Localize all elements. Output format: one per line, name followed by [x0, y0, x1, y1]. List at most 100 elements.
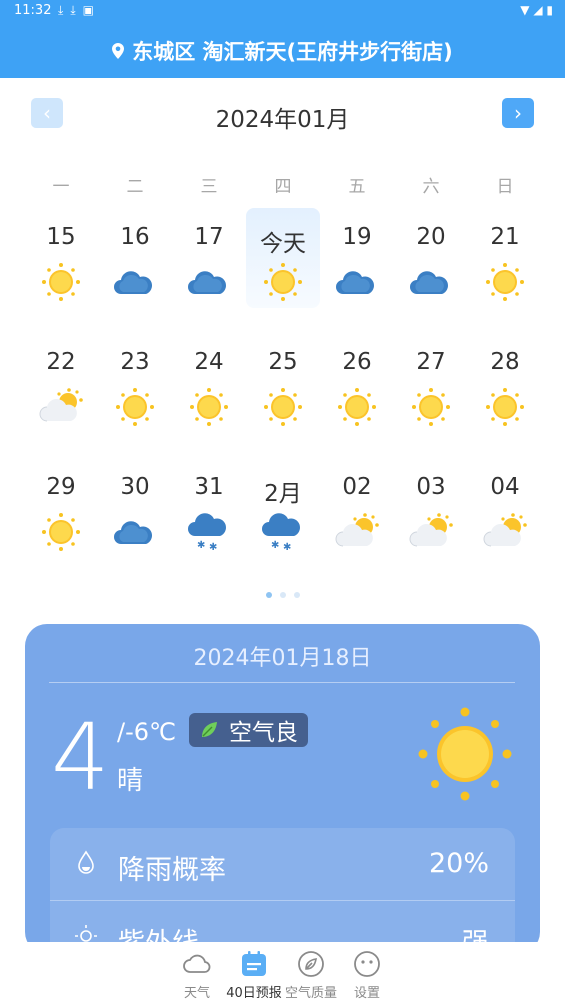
calendar-week-row: 22 23 24 25 26 27 28: [24, 333, 542, 458]
weekday-label: 一: [52, 177, 70, 197]
page-dot[interactable]: [279, 592, 286, 598]
page-dot[interactable]: [293, 592, 300, 598]
tab-label: 空气质量: [284, 986, 337, 1001]
partly-cloudy-icon: [483, 513, 527, 547]
sun-icon: [486, 263, 524, 301]
location-header[interactable]: 东城区 淘汇新天(王府井步行街店): [0, 24, 565, 78]
weekday-label: 四: [274, 177, 292, 197]
sun-icon: [412, 388, 450, 426]
low-temperature: /-6℃: [117, 718, 176, 746]
sun-icon: [338, 388, 376, 426]
download-icon: ⤓: [58, 3, 71, 17]
day-label: 21: [490, 224, 520, 250]
status-bar: 11:32 ⤓⤓▣ ▼ ◢ ▮: [0, 0, 565, 24]
snow-icon: ✱ ✱: [262, 513, 301, 552]
sun-icon: [190, 388, 228, 426]
month-title: 2024年01月: [215, 107, 350, 133]
download-icon: ⤓: [70, 3, 83, 17]
calendar-day[interactable]: 20: [394, 208, 468, 308]
cloud-icon: [114, 271, 153, 294]
page-dot[interactable]: [265, 592, 272, 598]
weather-details: 降雨概率 20% 紫外线 强: [50, 828, 515, 954]
day-label: 22: [46, 349, 76, 375]
calendar-day[interactable]: 17: [172, 208, 246, 308]
day-label: 26: [342, 349, 372, 375]
day-label: 16: [120, 224, 150, 250]
next-month-button[interactable]: ›: [502, 98, 534, 128]
calendar-day[interactable]: 02: [320, 458, 394, 558]
leaf-icon: [298, 951, 324, 977]
calendar-day[interactable]: 23: [98, 333, 172, 433]
calendar-day[interactable]: 31 ✱ ✱: [172, 458, 246, 558]
day-label: 23: [120, 349, 150, 375]
cloud-icon: [183, 954, 211, 973]
calendar-day[interactable]: 2月 ✱ ✱: [246, 458, 320, 558]
calendar-day[interactable]: 03: [394, 458, 468, 558]
calendar-day[interactable]: 27: [394, 333, 468, 433]
location-title: 东城区 淘汇新天(王府井步行街店): [132, 40, 453, 64]
rain-value: 20%: [428, 848, 489, 879]
calendar-day[interactable]: 19: [320, 208, 394, 308]
cloud-icon: [188, 271, 227, 294]
calendar-day[interactable]: 28: [468, 333, 542, 433]
calendar-day[interactable]: 25: [246, 333, 320, 433]
day-label: 15: [46, 224, 76, 250]
partly-cloudy-icon: [409, 513, 453, 547]
tab-label: 设置: [353, 986, 380, 1001]
a-icon: ▣: [82, 3, 101, 17]
tab-settings[interactable]: 设置: [337, 950, 397, 1001]
sun-icon: [486, 388, 524, 426]
leaf-icon: [202, 722, 217, 737]
calendar-icon: [242, 951, 266, 976]
weekday-label: 二: [126, 177, 144, 197]
calendar-day[interactable]: 29: [24, 458, 98, 558]
tab-40-day-forecast[interactable]: 40日预报: [224, 950, 284, 1001]
svg-text:✱: ✱: [209, 542, 217, 552]
day-label: 2月: [264, 481, 302, 507]
partly-cloudy-icon: [39, 388, 83, 422]
location-pin-icon: [112, 43, 125, 59]
cloud-icon: [114, 521, 153, 544]
high-temperature: 4: [51, 704, 110, 811]
day-label: 今天: [260, 231, 306, 257]
sun-icon: [264, 388, 302, 426]
bottom-tab-bar: 天气 40日预报 空气质量 设置: [0, 942, 565, 1004]
weekday-header: 一 二 三 四 五 六 日: [24, 172, 542, 197]
calendar-day[interactable]: 15: [24, 208, 98, 308]
month-navigation: ‹ 2024年01月 ›: [0, 96, 565, 134]
sun-icon: [418, 707, 512, 801]
air-quality-badge[interactable]: 空气良: [189, 713, 308, 747]
sun-icon: [42, 513, 80, 551]
rain-label: 降雨概率: [118, 855, 226, 886]
calendar-day[interactable]: 24: [172, 333, 246, 433]
calendar-day[interactable]: 26: [320, 333, 394, 433]
weekday-label: 日: [496, 177, 514, 197]
calendar-day[interactable]: 30: [98, 458, 172, 558]
day-label: 30: [120, 474, 150, 500]
sun-icon: [116, 388, 154, 426]
day-detail-card: 2024年01月18日 4 /-6℃ 空气良 晴 降雨概率 20% 紫外线 强: [25, 624, 540, 954]
weekday-label: 六: [422, 177, 440, 197]
day-label: 24: [194, 349, 224, 375]
detail-date: 2024年01月18日: [193, 646, 372, 671]
tab-air-quality[interactable]: 空气质量: [281, 950, 341, 1001]
day-label: 02: [342, 474, 372, 500]
page-indicator: [0, 592, 565, 598]
cloud-icon: [410, 271, 449, 294]
system-icons: ▼ ◢ ▮: [520, 3, 553, 17]
wifi-icon: ▼: [520, 3, 530, 17]
day-label: 19: [342, 224, 372, 250]
calendar-day-today[interactable]: 今天: [246, 208, 320, 308]
face-icon: [354, 951, 380, 977]
tab-label: 天气: [183, 986, 210, 1001]
sun-icon: [264, 263, 302, 301]
calendar-day[interactable]: 22: [24, 333, 98, 433]
calendar-day[interactable]: 16: [98, 208, 172, 308]
tab-label: 40日预报: [226, 986, 282, 1001]
calendar-day[interactable]: 04: [468, 458, 542, 558]
day-label: 27: [416, 349, 446, 375]
tab-weather[interactable]: 天气: [167, 950, 227, 1001]
calendar-week-row: 29 30 31 ✱ ✱ 2月 ✱ ✱ 02 03 04: [24, 458, 542, 583]
snow-icon: ✱ ✱: [188, 513, 227, 552]
calendar-day[interactable]: 21: [468, 208, 542, 308]
